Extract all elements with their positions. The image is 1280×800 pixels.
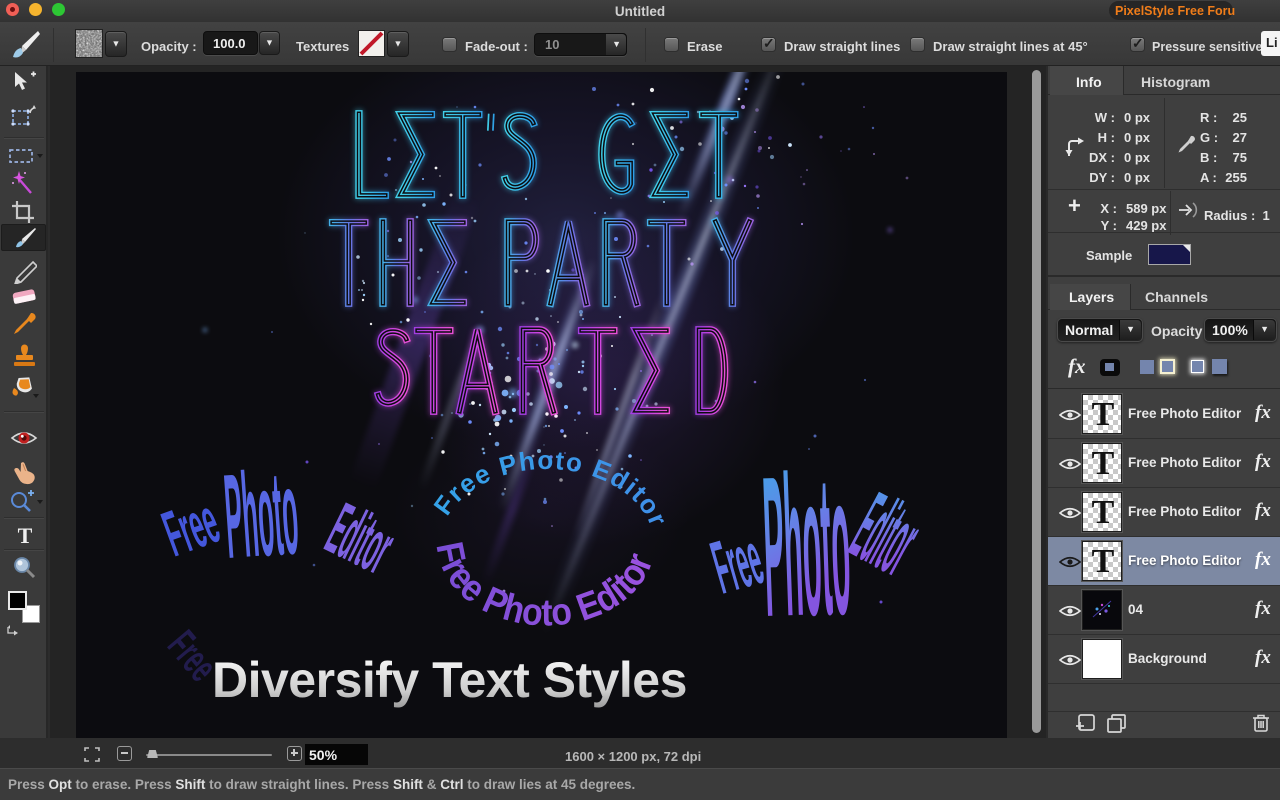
svg-text:Photo: Photo: [220, 445, 302, 584]
svg-text:Diversify Text Styles: Diversify Text Styles: [212, 652, 687, 708]
svg-text:Photo: Photo: [760, 434, 854, 659]
